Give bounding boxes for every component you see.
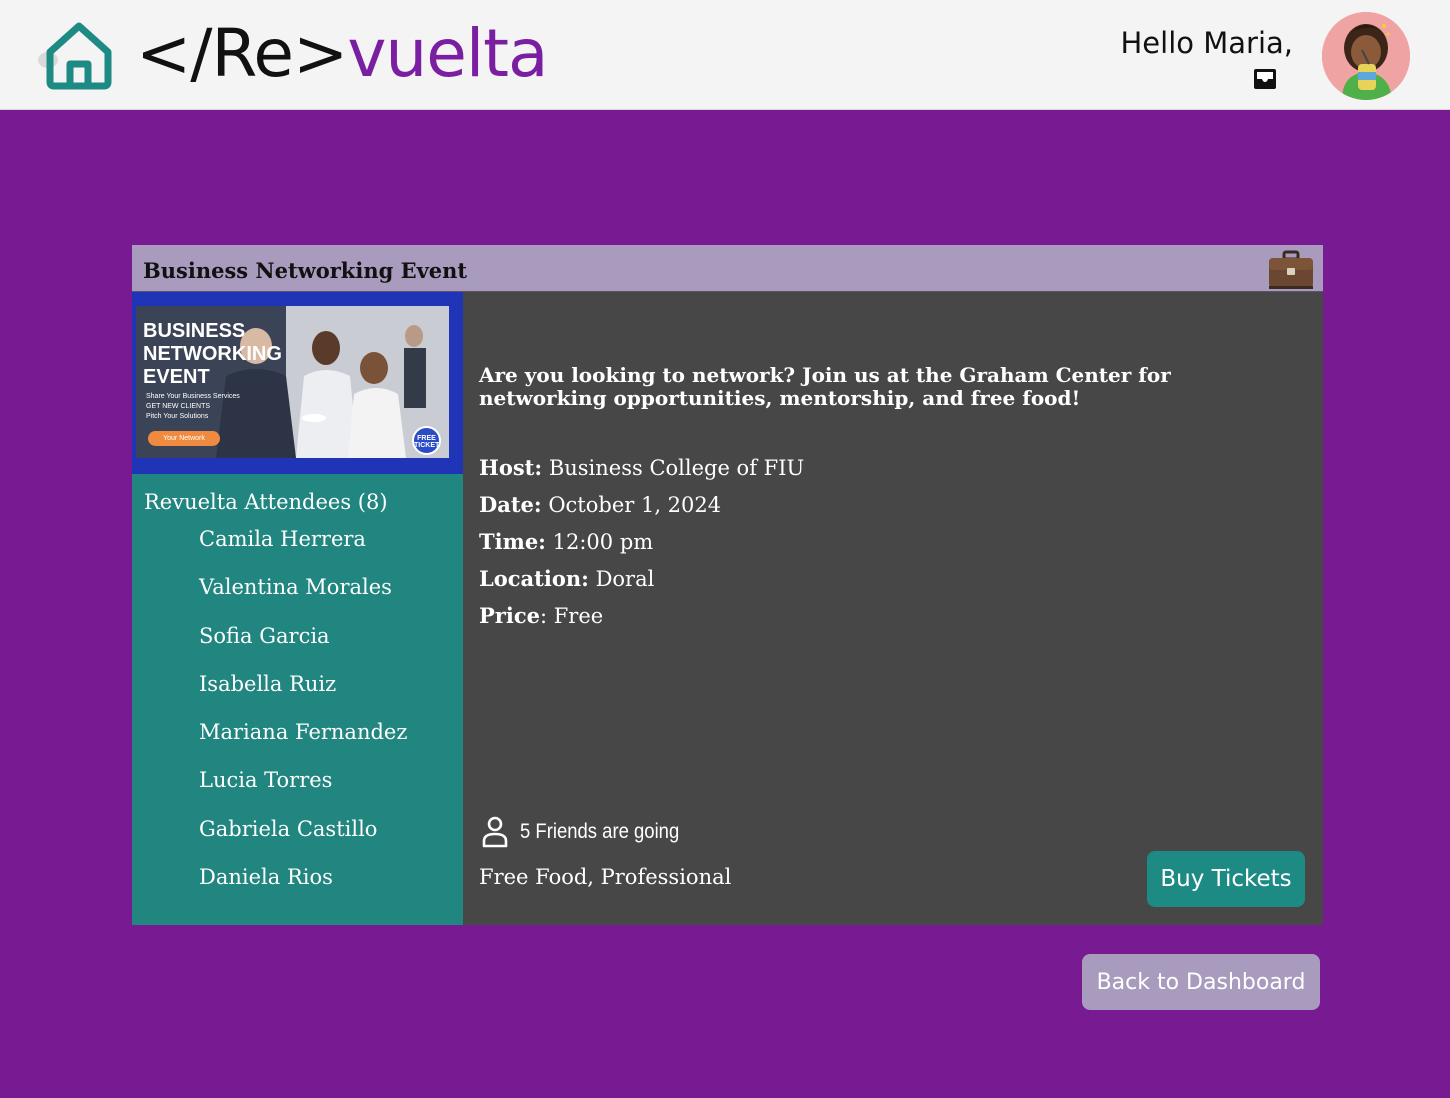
banner-pill: Your Network (148, 431, 220, 446)
home-icon[interactable] (36, 18, 116, 90)
banner-subtext: Share Your Business Services GET NEW CLI… (146, 392, 256, 422)
attendee-item: Mariana Fernandez (199, 720, 408, 745)
friends-going-text: 5 Friends are going (520, 820, 680, 843)
back-to-dashboard-button[interactable]: Back to Dashboard (1082, 954, 1320, 1010)
buy-tickets-button[interactable]: Buy Tickets (1147, 851, 1305, 907)
event-title: Business Networking Event (143, 258, 468, 283)
event-banner: BUSINESS NETWORKING EVENT Share Your Bus… (132, 292, 463, 474)
event-image: BUSINESS NETWORKING EVENT Share Your Bus… (136, 306, 449, 458)
detail-label: Time: (479, 529, 546, 554)
attendee-item: Isabella Ruiz (199, 671, 337, 696)
event-description: Are you looking to network? Join us at t… (479, 363, 1171, 410)
event-tags: Free Food, Professional (479, 865, 732, 889)
detail-label: Host: (479, 455, 543, 480)
detail-location: Location: Doral (479, 566, 804, 603)
user-avatar[interactable] (1322, 12, 1410, 100)
banner-heading: BUSINESS NETWORKING EVENT (143, 320, 282, 388)
banner-line: Share Your Business Services (146, 393, 240, 400)
banner-line: Pitch Your Solutions (146, 413, 209, 420)
attendee-item: Gabriela Castillo (199, 816, 378, 841)
event-card: Business Networking Event BUSINESS NETWO… (132, 245, 1323, 925)
person-icon (482, 816, 508, 848)
detail-time: Time: 12:00 pm (479, 529, 804, 566)
event-details: Host: Business College of FIU Date: Octo… (479, 455, 804, 640)
event-details-panel: Are you looking to network? Join us at t… (463, 292, 1323, 925)
attendee-item: Lucia Torres (199, 768, 333, 793)
detail-value: October 1, 2024 (548, 493, 722, 517)
detail-label: Price (479, 603, 540, 628)
top-bar: </Re>vuelta Hello Maria, (0, 0, 1450, 110)
attendee-item: Camila Herrera (199, 527, 366, 551)
detail-value: 12:00 pm (552, 530, 654, 554)
attendee-item: Daniela Rios (199, 865, 333, 890)
inbox-icon[interactable] (1253, 67, 1277, 91)
detail-value: Doral (595, 567, 655, 591)
detail-label: Location: (479, 566, 589, 591)
detail-price: Price: Free (479, 603, 804, 640)
brand-part-1: </Re> (136, 15, 348, 92)
detail-host: Host: Business College of FIU (479, 455, 804, 492)
attendee-list: Camila Herrera Valentina Morales Sofia G… (199, 527, 407, 913)
event-card-header: Business Networking Event (132, 245, 1323, 292)
greeting-text: Hello Maria, (1120, 26, 1294, 60)
attendee-item: Sofia Garcia (199, 623, 330, 648)
banner-line: GET NEW CLIENTS (146, 403, 211, 410)
detail-date: Date: October 1, 2024 (479, 492, 804, 529)
briefcase-icon (1267, 250, 1315, 290)
brand-part-2: vuelta (347, 15, 548, 92)
attendees-panel: BUSINESS NETWORKING EVENT Share Your Bus… (132, 292, 463, 925)
free-ticket-badge: FREE TICKET (412, 426, 441, 455)
detail-value: : Free (539, 604, 604, 628)
attendee-item: Valentina Morales (199, 575, 392, 600)
detail-label: Date: (479, 492, 542, 517)
brand-logo: </Re>vuelta (136, 14, 549, 94)
attendees-title: Revuelta Attendees (8) (144, 490, 388, 514)
detail-value: Business College of FIU (548, 456, 805, 480)
